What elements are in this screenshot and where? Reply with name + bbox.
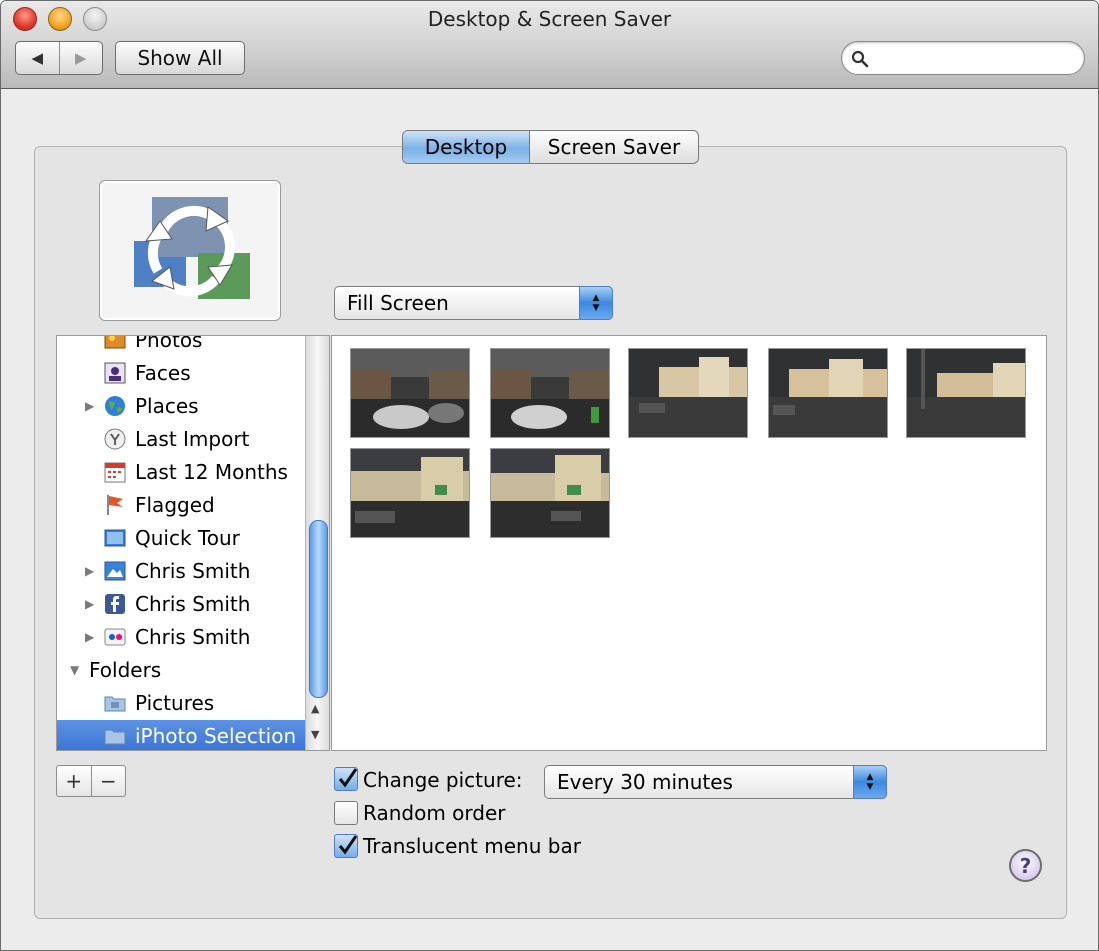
search-input[interactable] xyxy=(878,46,1077,70)
sidebar-item-places[interactable]: ▶ Places xyxy=(57,390,305,423)
photo-4 xyxy=(769,349,887,437)
forward-button[interactable]: ▶ xyxy=(58,42,103,74)
photo-6 xyxy=(351,449,469,537)
sidebar-item-facebook[interactable]: ▶ Chris Smith xyxy=(57,588,305,621)
desktop-preview xyxy=(99,180,281,321)
sidebar-item-label: Last Import xyxy=(135,427,250,451)
disclosure-triangle-icon[interactable]: ▶ xyxy=(85,399,94,413)
sidebar-item-label: Flagged xyxy=(135,493,215,517)
change-interval-select[interactable]: Every 30 minutes ▲ ▼ xyxy=(544,765,887,799)
sidebar-group-label: Folders xyxy=(89,658,162,682)
fit-mode-value: Fill Screen xyxy=(347,291,449,315)
add-folder-button[interactable]: + xyxy=(57,766,91,796)
sidebar-item-flickr[interactable]: ▶ Chris Smith xyxy=(57,621,305,654)
translucent-menu-bar-checkbox[interactable] xyxy=(334,834,358,858)
show-all-button[interactable]: Show All xyxy=(115,41,245,75)
help-button[interactable]: ? xyxy=(1009,849,1042,882)
window-title: Desktop & Screen Saver xyxy=(427,7,672,31)
sidebar-item-quick-tour[interactable]: Quick Tour xyxy=(57,522,305,555)
flag-icon xyxy=(107,495,123,515)
photo-thumbnail[interactable] xyxy=(350,348,470,438)
last-import-icon xyxy=(104,428,126,450)
sidebar-item-photos[interactable]: Photos xyxy=(57,335,305,357)
facebook-icon xyxy=(105,594,125,614)
sidebar-item-mobileme[interactable]: ▶ Chris Smith xyxy=(57,555,305,588)
change-picture-checkbox[interactable] xyxy=(334,767,358,791)
disclosure-triangle-icon[interactable]: ▼ xyxy=(70,663,79,677)
checkmark-icon xyxy=(338,768,358,788)
translucent-menu-bar-label: Translucent menu bar xyxy=(363,834,581,858)
sidebar-item-faces[interactable]: Faces xyxy=(57,357,305,390)
tab-desktop[interactable]: Desktop xyxy=(403,131,530,163)
sidebar-item-label: Chris Smith xyxy=(135,592,251,616)
photo-3 xyxy=(629,349,747,437)
sidebar-item-label: Faces xyxy=(135,361,191,385)
sidebar-item-iphoto-selection[interactable]: iPhoto Selection xyxy=(57,720,305,750)
sidebar-group-folders[interactable]: ▼ Folders xyxy=(57,654,305,687)
scroll-down-arrow-icon[interactable]: ▼ xyxy=(311,728,319,741)
sidebar-item-label: Chris Smith xyxy=(135,625,251,649)
tab-screen-saver[interactable]: Screen Saver xyxy=(530,131,698,163)
remove-folder-button[interactable]: − xyxy=(90,766,126,796)
sidebar-item-last-12-months[interactable]: Last 12 Months xyxy=(57,456,305,489)
preferences-window: Desktop & Screen Saver ◀ ▶ Show All Desk… xyxy=(0,0,1099,951)
scrollbar-thumb[interactable] xyxy=(309,520,328,698)
source-list-scrollbar[interactable]: ▲ ▼ xyxy=(305,336,329,750)
chevron-updown-icon: ▲ ▼ xyxy=(579,286,613,320)
photo-thumbnail[interactable] xyxy=(768,348,888,438)
change-picture-label: Change picture: xyxy=(363,768,523,792)
photo-thumbnail[interactable] xyxy=(490,448,610,538)
change-interval-value: Every 30 minutes xyxy=(557,770,733,794)
photo-7 xyxy=(491,449,609,537)
photos-icon xyxy=(104,336,126,349)
folder-icon xyxy=(104,729,126,745)
list-edit-buttons: + − xyxy=(56,765,126,797)
pictures-folder-icon xyxy=(104,696,126,712)
sidebar-item-label: iPhoto Selection xyxy=(135,724,297,748)
photo-5 xyxy=(907,349,1025,437)
disclosure-triangle-icon[interactable]: ▶ xyxy=(85,630,94,644)
sidebar-item-label: Photos xyxy=(135,335,203,352)
photo-2 xyxy=(491,349,609,437)
photo-thumbnail[interactable] xyxy=(628,348,748,438)
fit-mode-select[interactable]: Fill Screen ▲ ▼ xyxy=(334,286,613,320)
tab-bar: Desktop Screen Saver xyxy=(402,130,699,164)
flickr-icon xyxy=(104,628,126,646)
mobileme-icon xyxy=(104,561,126,581)
random-order-checkbox[interactable] xyxy=(334,801,358,825)
random-order-label: Random order xyxy=(363,801,506,825)
disclosure-triangle-icon[interactable]: ▶ xyxy=(85,597,94,611)
photo-thumbnail[interactable] xyxy=(490,348,610,438)
sidebar-item-label: Pictures xyxy=(135,691,215,715)
nav-segmented-control: ◀ ▶ xyxy=(15,41,103,75)
sidebar-item-label: Places xyxy=(135,394,199,418)
faces-icon xyxy=(104,362,126,384)
search-field[interactable] xyxy=(841,41,1085,75)
photo-thumbnail[interactable] xyxy=(906,348,1026,438)
photo-thumbnail[interactable] xyxy=(350,448,470,538)
sidebar-item-flagged[interactable]: Flagged xyxy=(57,489,305,522)
picture-gallery xyxy=(331,335,1047,751)
globe-icon xyxy=(105,396,125,416)
disclosure-triangle-icon[interactable]: ▶ xyxy=(85,564,94,578)
search-icon xyxy=(851,50,869,68)
back-button[interactable]: ◀ xyxy=(16,42,59,74)
checkmark-icon xyxy=(338,835,358,855)
sidebar-item-label: Last 12 Months xyxy=(135,460,288,484)
scroll-up-arrow-icon[interactable]: ▲ xyxy=(311,702,319,715)
photo-1 xyxy=(351,349,469,437)
cycle-arrows-icon xyxy=(134,197,250,299)
calendar-icon xyxy=(104,462,126,483)
quick-tour-icon xyxy=(104,529,126,547)
source-list: Photos Faces ▶ Places Last Import Last 1… xyxy=(56,335,330,751)
sidebar-item-label: Quick Tour xyxy=(135,526,240,550)
title-bar: Desktop & Screen Saver ◀ ▶ Show All xyxy=(1,1,1098,89)
sidebar-item-last-import[interactable]: Last Import xyxy=(57,423,305,456)
sidebar-item-label: Chris Smith xyxy=(135,559,251,583)
chevron-updown-icon: ▲ ▼ xyxy=(853,765,887,799)
sidebar-item-pictures[interactable]: Pictures xyxy=(57,687,305,720)
